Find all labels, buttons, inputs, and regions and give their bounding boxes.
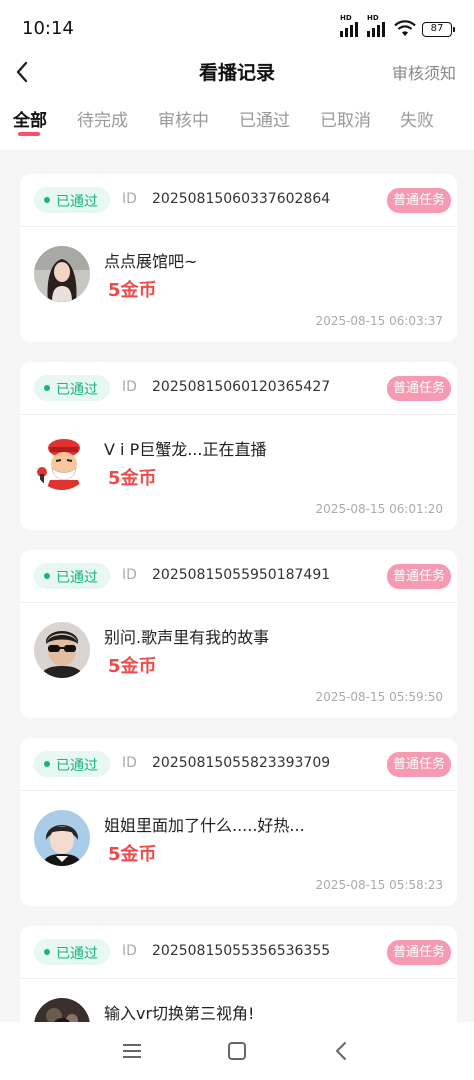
status-text: 已通过 [56, 570, 98, 586]
status-bar: 10:14 HD HD 87 [0, 0, 474, 56]
status-badge: 已通过 [34, 375, 110, 401]
status-dot [44, 197, 50, 203]
reward-amount: 5金币 [108, 280, 157, 301]
record-id: 20250815060120365427 [152, 379, 331, 395]
status-text: 已通过 [56, 194, 98, 210]
avatar[interactable] [34, 246, 90, 302]
avatar[interactable] [34, 622, 90, 678]
tab-failed[interactable]: 失败 [400, 106, 434, 131]
status-badge: 已通过 [34, 939, 110, 965]
signal-icon-2: HD [367, 14, 385, 37]
record-time: 2025-08-15 05:59:50 [315, 690, 443, 704]
id-label: ID [122, 755, 137, 771]
status-badge: 已通过 [34, 187, 110, 213]
battery-icon: 87 [422, 22, 455, 37]
header: 看播记录 审核须知 [0, 56, 474, 88]
streamer-name: 点点展馆吧~ [104, 252, 198, 271]
record-id: 20250815055950187491 [152, 567, 331, 583]
task-type-tag: 普通任务 [387, 564, 451, 589]
record-id: 20250815060337602864 [152, 191, 331, 207]
task-type-tag: 普通任务 [387, 188, 451, 213]
id-label: ID [122, 379, 137, 395]
hd-label-2: HD [367, 14, 379, 22]
record-card[interactable]: 已通过 ID 20250815060337602864 普通任务 点点展馆吧~ … [20, 174, 457, 342]
signal-icon: HD [340, 14, 358, 37]
hd-label: HD [340, 14, 352, 22]
task-type-tag: 普通任务 [387, 376, 451, 401]
avatar[interactable] [34, 434, 90, 490]
status-badge: 已通过 [34, 751, 110, 777]
avatar[interactable] [34, 810, 90, 866]
home-icon[interactable] [227, 1041, 247, 1061]
record-time: 2025-08-15 06:03:37 [315, 314, 443, 328]
status-dot [44, 761, 50, 767]
status-text: 已通过 [56, 758, 98, 774]
tab-all[interactable]: 全部 [13, 106, 47, 131]
status-dot [44, 949, 50, 955]
record-card[interactable]: 已通过 ID 20250815055823393709 普通任务 姐姐里面加了什… [20, 738, 457, 906]
system-nav-bar [0, 1022, 474, 1080]
record-card[interactable]: 已通过 ID 20250815055950187491 普通任务 别问.歌声里有… [20, 550, 457, 718]
task-type-tag: 普通任务 [387, 940, 451, 965]
active-tab-indicator [18, 132, 40, 136]
reward-amount: 5金币 [108, 844, 157, 865]
reward-amount: 5金币 [108, 656, 157, 677]
tab-bar: 全部 待完成 审核中 已通过 已取消 失败 [0, 88, 474, 150]
menu-icon[interactable] [122, 1042, 142, 1060]
status-text: 已通过 [56, 382, 98, 398]
wifi-icon [394, 20, 416, 36]
id-label: ID [122, 567, 137, 583]
status-dot [44, 385, 50, 391]
streamer-name: 输入vr切换第三视角! [104, 1004, 255, 1023]
record-time: 2025-08-15 05:58:23 [315, 878, 443, 892]
streamer-name: 姐姐里面加了什么.....好热... [104, 816, 305, 835]
nav-back-icon[interactable] [333, 1041, 349, 1061]
streamer-name: V i P巨蟹龙...正在直播 [104, 440, 267, 459]
record-id: 20250815055356536355 [152, 943, 331, 959]
streamer-name: 别问.歌声里有我的故事 [104, 628, 270, 647]
review-rules-link[interactable]: 审核须知 [392, 60, 456, 84]
status-badge: 已通过 [34, 563, 110, 589]
task-type-tag: 普通任务 [387, 752, 451, 777]
tab-cancelled[interactable]: 已取消 [320, 106, 371, 131]
id-label: ID [122, 943, 137, 959]
reward-amount: 5金币 [108, 468, 157, 489]
tab-approved[interactable]: 已通过 [239, 106, 290, 131]
record-card[interactable]: 已通过 ID 20250815060120365427 普通任务 V i P巨蟹… [20, 362, 457, 530]
tab-pending[interactable]: 待完成 [77, 106, 128, 131]
status-dot [44, 573, 50, 579]
record-id: 20250815055823393709 [152, 755, 331, 771]
status-time: 10:14 [22, 18, 74, 39]
record-time: 2025-08-15 06:01:20 [315, 502, 443, 516]
id-label: ID [122, 191, 137, 207]
status-text: 已通过 [56, 946, 98, 962]
tab-reviewing[interactable]: 审核中 [158, 106, 209, 131]
